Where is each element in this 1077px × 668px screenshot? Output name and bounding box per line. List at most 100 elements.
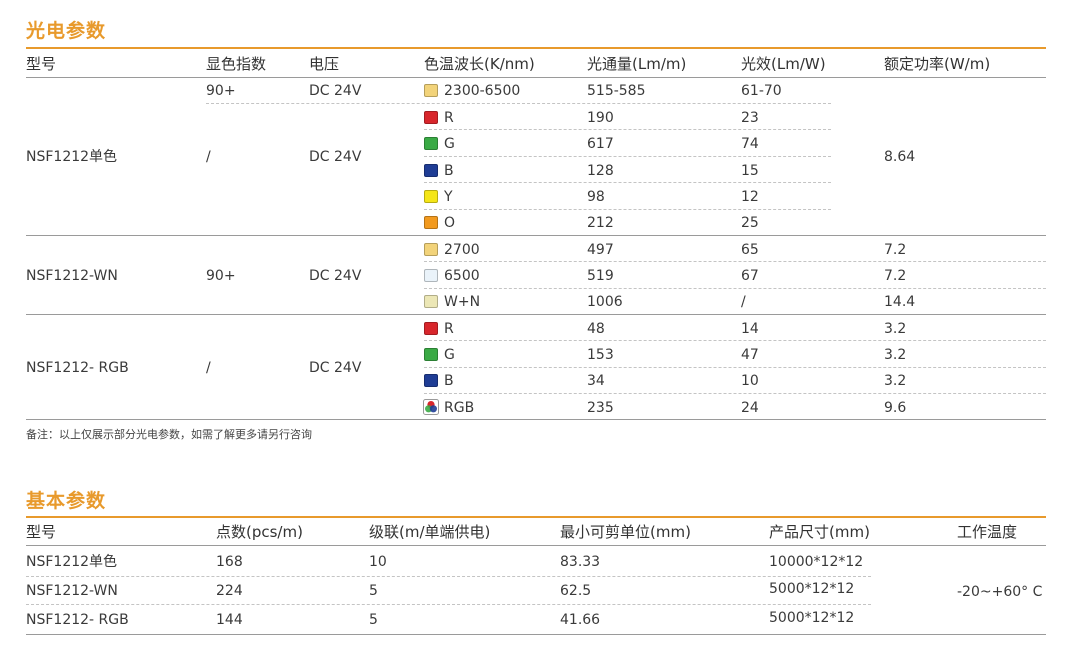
color-label: G <box>444 136 455 152</box>
cascade-value: 5 <box>369 583 378 599</box>
flux-value: 153 <box>587 347 614 363</box>
power-value: 9.6 <box>884 400 907 416</box>
optical-header-rule <box>26 47 1046 49</box>
header-cri: 显色指数 <box>206 55 267 73</box>
row-divider <box>424 156 831 157</box>
flux-value: 617 <box>587 136 614 152</box>
header-efficacy: 光效(Lm/W) <box>741 55 826 73</box>
color-label: W+N <box>444 294 481 310</box>
flux-value: 190 <box>587 110 614 126</box>
blue-swatch <box>424 374 438 387</box>
warm-white-swatch <box>424 84 438 97</box>
row-divider <box>424 182 831 183</box>
blue-swatch <box>424 164 438 177</box>
color-label: 6500 <box>444 268 480 284</box>
header-divider <box>26 545 1046 546</box>
table-bottom-rule <box>26 634 1046 635</box>
yellow-swatch <box>424 190 438 203</box>
cri-value: 90+ <box>206 268 236 284</box>
color-label: B <box>444 373 454 389</box>
header-flux: 光通量(Lm/m) <box>587 55 687 73</box>
header-voltage: 电压 <box>309 55 340 73</box>
cri-value: 90+ <box>206 83 236 99</box>
optical-section-title: 光电参数 <box>26 20 107 42</box>
row-divider <box>424 209 831 210</box>
model-name: NSF1212- RGB <box>26 360 129 376</box>
power-value: 7.2 <box>884 268 907 284</box>
voltage-value: DC 24V <box>309 149 362 165</box>
efficacy-value: / <box>741 294 746 310</box>
cool-white-swatch <box>424 269 438 282</box>
color-label: G <box>444 347 455 363</box>
row-divider <box>26 576 871 577</box>
efficacy-value: 74 <box>741 136 759 152</box>
voltage-value: DC 24V <box>309 83 362 99</box>
green-swatch <box>424 137 438 150</box>
efficacy-value: 25 <box>741 215 759 231</box>
cascade-value: 10 <box>369 554 387 570</box>
voltage-value: DC 24V <box>309 268 362 284</box>
table-bottom-rule <box>26 419 1046 420</box>
row-divider <box>26 604 871 605</box>
size-value: 5000*12*12 <box>769 610 855 626</box>
points-value: 168 <box>216 554 243 570</box>
efficacy-value: 12 <box>741 189 759 205</box>
color-label: R <box>444 110 454 126</box>
color-temp-value: 2300-6500 <box>444 83 521 99</box>
efficacy-value: 24 <box>741 400 759 416</box>
min-cut-value: 41.66 <box>560 612 601 628</box>
size-value: 10000*12*12 <box>769 554 864 570</box>
color-label: R <box>444 321 454 337</box>
efficacy-value: 15 <box>741 163 759 179</box>
color-label: 2700 <box>444 242 480 258</box>
cascade-value: 5 <box>369 612 378 628</box>
header-temperature: 工作温度 <box>957 523 1018 541</box>
basic-header-rule <box>26 516 1046 518</box>
power-value: 8.64 <box>884 149 916 165</box>
green-swatch <box>424 348 438 361</box>
orange-swatch <box>424 216 438 229</box>
efficacy-value: 67 <box>741 268 759 284</box>
power-value: 14.4 <box>884 294 916 310</box>
cri-value: / <box>206 360 211 376</box>
efficacy-value: 14 <box>741 321 759 337</box>
efficacy-value: 23 <box>741 110 759 126</box>
warm-white-swatch <box>424 243 438 256</box>
flux-value: 235 <box>587 400 614 416</box>
size-value: 5000*12*12 <box>769 581 855 597</box>
efficacy-value: 65 <box>741 242 759 258</box>
row-divider <box>206 103 831 104</box>
efficacy-value: 47 <box>741 347 759 363</box>
flux-value: 1006 <box>587 294 623 310</box>
voltage-value: DC 24V <box>309 360 362 376</box>
efficacy-value: 10 <box>741 373 759 389</box>
min-cut-value: 83.33 <box>560 554 601 570</box>
model-name: NSF1212-WN <box>26 268 118 284</box>
min-cut-value: 62.5 <box>560 583 592 599</box>
row-divider <box>424 367 1046 368</box>
row-divider <box>424 288 1046 289</box>
cri-value: / <box>206 149 211 165</box>
model-name: NSF1212-WN <box>26 583 118 599</box>
header-points: 点数(pcs/m) <box>216 523 303 541</box>
footnote: 备注：以上仅展示部分光电参数，如需了解更多请另行咨询 <box>26 428 312 441</box>
header-divider <box>26 77 1046 78</box>
row-divider <box>424 261 1046 262</box>
header-cascade: 级联(m/单端供电) <box>369 523 491 541</box>
header-power: 额定功率(W/m) <box>884 55 991 73</box>
red-swatch <box>424 111 438 124</box>
model-name: NSF1212单色 <box>26 554 118 570</box>
flux-value: 519 <box>587 268 614 284</box>
power-value: 3.2 <box>884 321 907 337</box>
color-label: RGB <box>444 400 475 416</box>
efficacy-value: 61-70 <box>741 83 782 99</box>
basic-section-title: 基本参数 <box>26 490 107 512</box>
power-value: 7.2 <box>884 242 907 258</box>
color-label: O <box>444 215 456 231</box>
flux-value: 212 <box>587 215 614 231</box>
power-value: 3.2 <box>884 373 907 389</box>
rgb-mix-swatch <box>423 399 439 415</box>
points-value: 144 <box>216 612 243 628</box>
red-swatch <box>424 322 438 335</box>
color-label: Y <box>444 189 453 205</box>
